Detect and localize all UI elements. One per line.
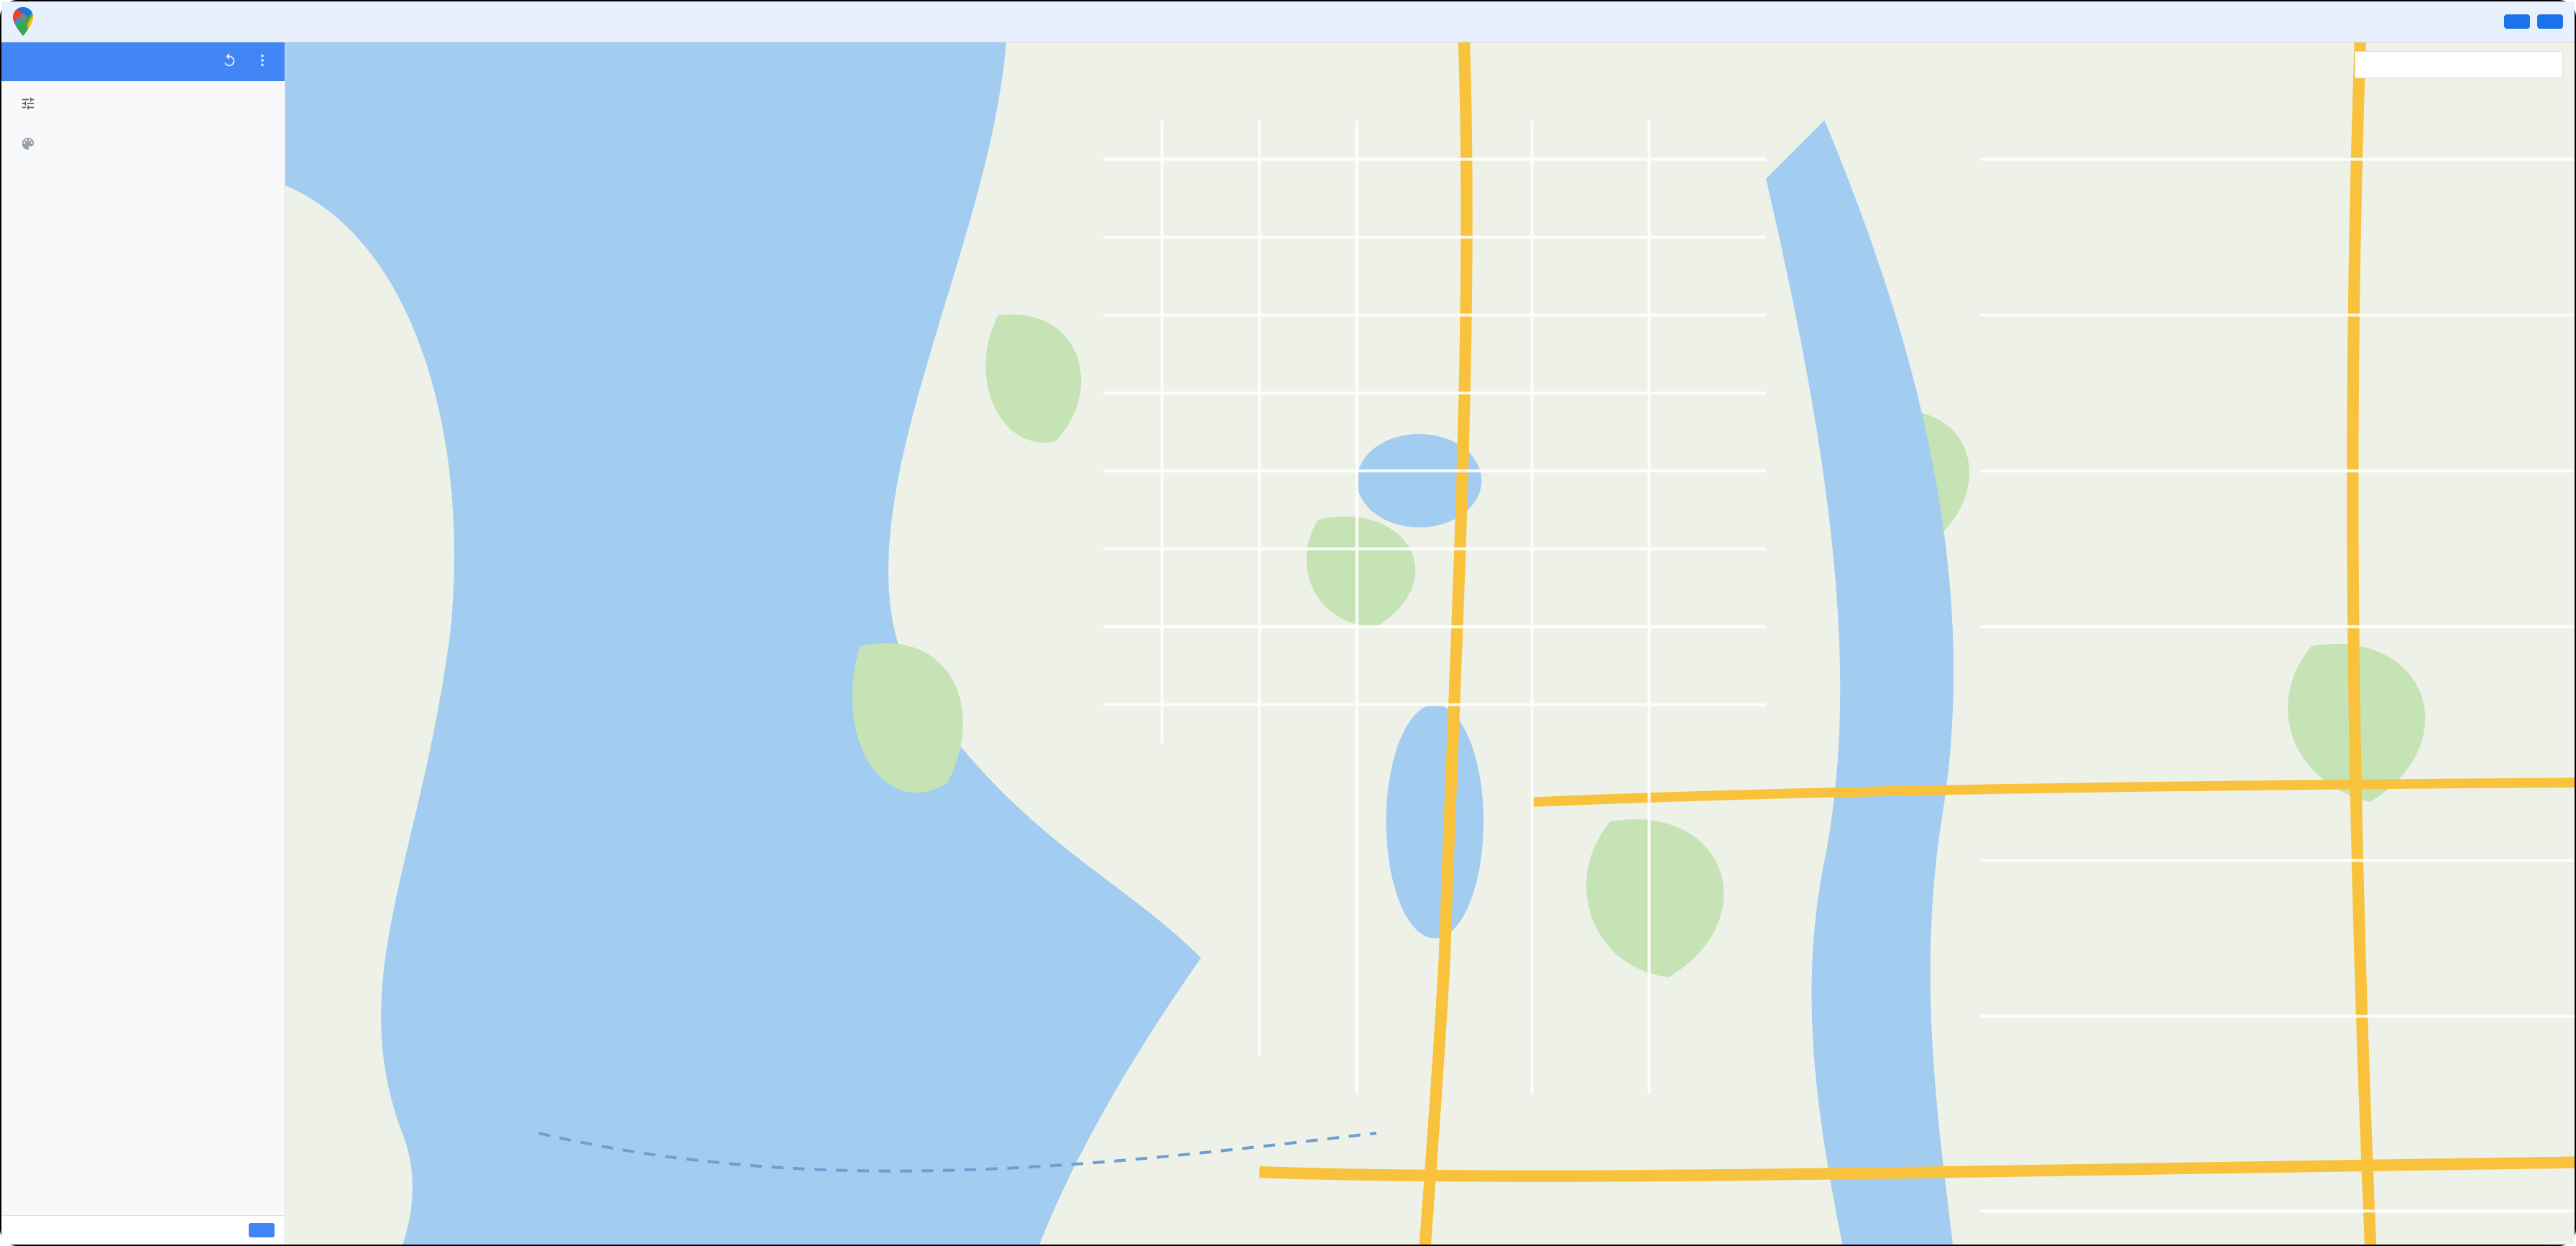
sidebar-header [1, 42, 285, 81]
style-editor-sidebar [1, 42, 285, 1245]
finish-button[interactable] [249, 1223, 275, 1237]
undo-icon[interactable] [221, 52, 237, 71]
google-maps-logo-icon [13, 7, 33, 36]
overflow-menu-icon[interactable] [254, 52, 270, 71]
promo-banner [1, 1, 2575, 42]
more-options-button[interactable] [227, 1223, 239, 1237]
map-attribution [2547, 1242, 2567, 1243]
tune-icon [20, 96, 266, 114]
palette-icon [20, 136, 266, 154]
search-address-box[interactable] [2355, 51, 2563, 78]
go-to-cloud-console-button[interactable] [2537, 14, 2563, 29]
learn-more-button[interactable] [2504, 14, 2530, 29]
map-canvas[interactable] [285, 42, 2575, 1245]
search-input[interactable] [2364, 59, 2554, 71]
